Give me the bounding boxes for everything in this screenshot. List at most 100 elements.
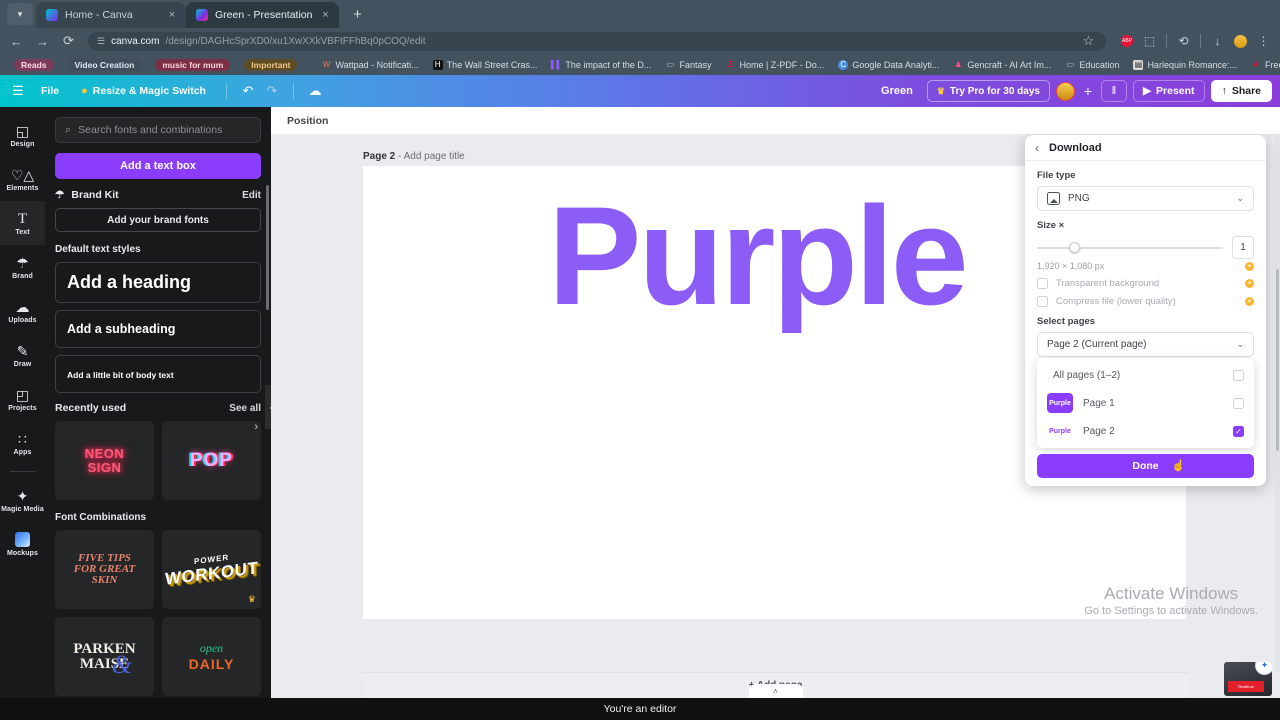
size-slider[interactable]: [1037, 241, 1223, 255]
document-title[interactable]: Green: [873, 85, 921, 97]
page-option-page-2[interactable]: Purple Page 2 ✓: [1037, 417, 1254, 445]
cloud-save-icon[interactable]: ☁: [305, 81, 325, 101]
recent-item-pop[interactable]: POP ›: [162, 421, 261, 500]
slider-knob[interactable]: [1068, 242, 1080, 253]
sidebar-item-apps[interactable]: ∷ Apps: [0, 421, 45, 465]
redo-icon[interactable]: ↷: [262, 81, 282, 101]
close-icon[interactable]: ×: [319, 9, 331, 21]
present-button[interactable]: ▶ Present: [1132, 80, 1205, 102]
share-button[interactable]: ↑ Share: [1210, 80, 1272, 102]
undo-icon[interactable]: ↶: [238, 81, 258, 101]
bookmark-impact-d[interactable]: ▌▌ The impact of the D...: [545, 59, 657, 71]
canvas-scrollbar[interactable]: [1275, 134, 1280, 672]
bookmark-wall-street[interactable]: H The Wall Street Cras...: [427, 59, 544, 71]
done-button[interactable]: Done ☝: [1037, 454, 1254, 478]
compress-file-row[interactable]: Compress file (lower quality) ✦: [1037, 296, 1254, 307]
resize-magic-switch-button[interactable]: ● Resize & Magic Switch: [72, 80, 215, 102]
panel-scrollbar[interactable]: [266, 185, 269, 310]
bookmark-star-icon[interactable]: ☆: [1080, 33, 1097, 50]
add-text-box-button[interactable]: Add a text box: [55, 153, 261, 179]
avatar[interactable]: [1055, 81, 1075, 101]
browser-tab-home-canva[interactable]: Home - Canva ×: [36, 2, 186, 28]
new-tab-button[interactable]: +: [345, 2, 369, 26]
expand-page-panel-button[interactable]: ˄: [748, 684, 803, 698]
page-option-all-pages[interactable]: All pages (1–2): [1037, 361, 1254, 389]
all-pages-checkbox[interactable]: [1233, 369, 1244, 381]
transparent-background-checkbox[interactable]: [1037, 278, 1048, 289]
page-2-checkbox[interactable]: ✓: [1233, 425, 1244, 437]
sidebar-item-uploads[interactable]: ☁ Uploads: [0, 289, 45, 333]
bookmark-folder-fantasy[interactable]: ▭ Fantasy: [659, 59, 717, 71]
recent-item-neon-sign[interactable]: NEON SIGN: [55, 421, 154, 500]
brand-kit-edit-button[interactable]: Edit: [242, 190, 261, 201]
browser-tab-green-presentation[interactable]: Green - Presentation ×: [186, 2, 340, 28]
sidebar-item-design[interactable]: ◱ Design: [0, 113, 45, 157]
back-icon[interactable]: ←: [8, 33, 25, 50]
page-title-row[interactable]: Page 2 - Add page title: [363, 151, 465, 162]
bookmark-gencraft[interactable]: ♟ Gencraft - AI Art Im...: [947, 59, 1057, 71]
bookmark-free-download-books[interactable]: ❦ Free Download Books: [1245, 59, 1280, 71]
bookmark-google-data-analytics[interactable]: C Google Data Analyti...: [832, 59, 945, 71]
history-icon[interactable]: ⟲: [1175, 33, 1192, 50]
style-add-subheading[interactable]: Add a subheading: [55, 310, 261, 348]
hamburger-menu-icon[interactable]: ☰: [8, 81, 28, 101]
file-type-select[interactable]: PNG ⌄: [1037, 186, 1254, 211]
chevron-right-icon[interactable]: ›: [254, 421, 258, 433]
combo-open-daily[interactable]: open DAILY: [162, 617, 261, 696]
search-fonts-field[interactable]: ⌕: [55, 117, 261, 143]
downloads-icon[interactable]: ↓: [1209, 33, 1226, 50]
sidebar-item-projects[interactable]: ◰ Projects: [0, 377, 45, 421]
tab-search-chevron-icon[interactable]: ▾: [7, 3, 33, 25]
combo-five-tips[interactable]: FIVE TIPS FOR GREAT SKIN: [55, 530, 154, 609]
bookmark-reads[interactable]: Reads: [8, 58, 60, 72]
canvas-text-element[interactable]: Purple: [548, 186, 969, 326]
try-pro-button[interactable]: ♛ Try Pro for 30 days: [926, 80, 1050, 102]
combo-parken-maise[interactable]: PARKEN MAISE &: [55, 617, 154, 696]
extensions-puzzle-icon[interactable]: ⬚: [1141, 33, 1158, 50]
file-menu-button[interactable]: File: [32, 80, 68, 102]
sidebar-item-elements[interactable]: ♡△ Elements: [0, 157, 45, 201]
add-collaborator-button[interactable]: +: [1081, 83, 1095, 99]
forward-icon[interactable]: →: [34, 33, 51, 50]
page-1-checkbox[interactable]: [1233, 397, 1244, 409]
style-add-body-text[interactable]: Add a little bit of body text: [55, 355, 261, 393]
bookmark-zpdf[interactable]: Z Home | Z-PDF - Do...: [719, 59, 830, 71]
profile-avatar[interactable]: [1234, 34, 1247, 48]
sidebar-item-magic-media[interactable]: ✦ Magic Media: [0, 478, 45, 522]
bookmark-wattpad[interactable]: W Wattpad - Notificati...: [315, 59, 424, 71]
insights-icon[interactable]: ‖: [1100, 80, 1127, 102]
reload-icon[interactable]: ⟳: [60, 33, 77, 50]
size-value-input[interactable]: 1: [1232, 236, 1254, 259]
select-pages-dropdown[interactable]: Page 2 (Current page) ⌄: [1037, 332, 1254, 357]
sidebar-item-brand[interactable]: ☂ Brand: [0, 245, 45, 289]
adblock-icon[interactable]: ABP: [1121, 35, 1133, 47]
position-button[interactable]: Position: [287, 115, 328, 127]
combo-power-workout[interactable]: POWER WORKOUT ♛: [162, 530, 261, 609]
transparent-background-row[interactable]: Transparent background ✦: [1037, 278, 1254, 289]
style-add-heading[interactable]: Add a heading: [55, 262, 261, 303]
bookmark-harlequin-romance[interactable]: ▤ Harlequin Romance:...: [1127, 59, 1243, 71]
floating-keyboard-widget[interactable]: Realtime ✦: [1224, 662, 1272, 696]
sidebar-item-text[interactable]: T Text: [0, 201, 45, 245]
close-icon[interactable]: ×: [166, 9, 178, 21]
bookmark-music-for-mum[interactable]: music for mum: [149, 58, 236, 72]
address-bar[interactable]: ☰ canva.com/design/DAGHcSprXD0/xu1XwXXkV…: [88, 31, 1106, 51]
bookmark-video-creation[interactable]: Video Creation: [62, 58, 148, 72]
site-settings-icon[interactable]: ☰: [97, 36, 105, 47]
back-icon[interactable]: ‹: [1035, 141, 1039, 155]
sidebar-item-mockups[interactable]: Mockups: [0, 522, 45, 566]
search-input[interactable]: [78, 124, 251, 136]
sparkle-icon[interactable]: ✦: [1255, 662, 1272, 675]
page-option-page-1[interactable]: Purple Page 1: [1037, 389, 1254, 417]
pro-crown-icon: ♛: [247, 594, 256, 604]
divider: [225, 82, 227, 100]
search-icon: ⌕: [65, 123, 72, 136]
sidebar-item-label: Mockups: [6, 549, 39, 557]
sidebar-item-draw[interactable]: ✎ Draw: [0, 333, 45, 377]
add-brand-fonts-button[interactable]: Add your brand fonts: [55, 208, 261, 232]
bookmark-important[interactable]: Important: [238, 58, 303, 72]
see-all-button[interactable]: See all: [229, 403, 261, 414]
compress-file-checkbox[interactable]: [1037, 296, 1048, 307]
bookmark-folder-education[interactable]: ▭ Education: [1059, 59, 1125, 71]
browser-menu-icon[interactable]: ⋮: [1255, 33, 1272, 50]
